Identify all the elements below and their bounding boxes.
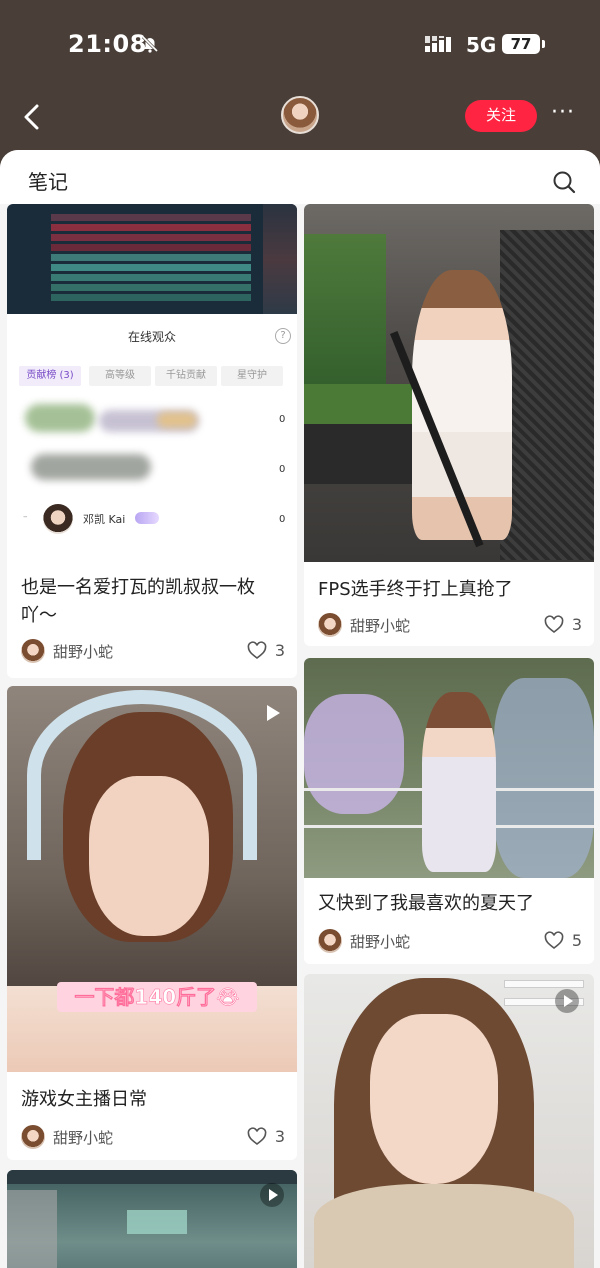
viewer-score: 0 [279, 514, 286, 525]
game-scoreboard-image [7, 204, 297, 316]
network-type: 5G [466, 33, 497, 57]
profile-avatar[interactable] [281, 96, 319, 134]
note-title: 游戏女主播日常 [21, 1089, 147, 1110]
author-avatar [21, 639, 45, 663]
viewer-name: 邓凯 Kai [83, 513, 126, 526]
video-play-icon [555, 989, 579, 1013]
note-title: 又快到了我最喜欢的夏天了 [318, 893, 534, 914]
status-bar: 21:08 5G 77 [0, 0, 600, 90]
author-avatar [318, 929, 342, 953]
heart-icon[interactable] [247, 641, 267, 661]
search-icon[interactable] [552, 170, 576, 194]
like-count: 3 [274, 1127, 285, 1146]
viewer-badge [135, 512, 159, 524]
like-count: 3 [571, 615, 582, 634]
note-thumbnail [7, 1170, 297, 1268]
video-play-icon [267, 705, 280, 721]
author-name: 甜野小蛇 [53, 1129, 114, 1147]
author-avatar [318, 613, 342, 637]
help-icon: ? [275, 328, 291, 344]
note-card[interactable] [7, 1170, 297, 1268]
note-thumbnail [304, 658, 594, 878]
viewer-score: 0 [279, 414, 286, 425]
note-thumbnail [304, 204, 594, 562]
tab-star-guard: 星守护 [221, 366, 283, 386]
viewer-score: 0 [279, 464, 286, 475]
rank-dash: – [23, 512, 28, 522]
note-card[interactable]: 一下都140斤了😭 游戏女主播日常 甜野小蛇 3 [7, 686, 297, 1160]
author-name: 甜野小蛇 [53, 643, 114, 661]
section-title: 笔记 [28, 170, 68, 194]
note-meta: 甜野小蛇 3 [318, 612, 582, 638]
video-play-icon [260, 1183, 284, 1207]
status-time: 21:08 [68, 30, 147, 58]
video-caption: 一下都140斤了😭 [57, 982, 257, 1012]
heart-icon[interactable] [544, 615, 564, 635]
note-thumbnail: 在线观众 ? 贡献榜 (3) 高等级 千钻贡献 星守护 0 0 0 – 邓凯 K… [7, 204, 297, 560]
follow-button[interactable]: 关注 [465, 100, 537, 132]
tab-contribution: 贡献榜 (3) [19, 366, 81, 386]
note-meta: 甜野小蛇 3 [21, 1124, 285, 1150]
heart-icon[interactable] [544, 931, 564, 951]
notes-sheet: 笔记 在线观众 ? 贡献榜 (3) 高等级 千钻贡献 星守护 0 0 0 – 邓… [0, 150, 600, 1268]
note-card[interactable]: 又快到了我最喜欢的夏天了 甜野小蛇 5 [304, 658, 594, 964]
battery-level: 77 [502, 34, 545, 54]
note-meta: 甜野小蛇 5 [318, 928, 582, 954]
note-thumbnail: 一下都140斤了😭 [7, 686, 297, 1072]
nav-bar: 关注 ··· [0, 90, 600, 150]
tab-diamond-contribution: 千钻贡献 [155, 366, 217, 386]
note-title: 也是一名爱打瓦的凯叔叔一枚 吖～ [21, 577, 255, 626]
note-thumbnail [304, 974, 594, 1268]
heart-icon[interactable] [247, 1127, 267, 1147]
author-name: 甜野小蛇 [350, 933, 411, 951]
like-count: 5 [571, 931, 582, 950]
tab-high-level: 高等级 [89, 366, 151, 386]
viewers-panel-title: 在线观众 [127, 330, 176, 344]
bell-muted-icon [141, 35, 159, 53]
viewer-avatar [43, 504, 73, 534]
author-name: 甜野小蛇 [350, 617, 411, 635]
note-card[interactable] [304, 974, 594, 1268]
online-viewers-panel: 在线观众 ? 贡献榜 (3) 高等级 千钻贡献 星守护 0 0 0 – 邓凯 K… [7, 314, 297, 560]
section-header: 笔记 [0, 150, 600, 204]
note-meta: 甜野小蛇 3 [21, 638, 285, 664]
back-arrow-icon[interactable] [18, 102, 48, 132]
like-count: 3 [274, 641, 285, 660]
note-title: FPS选手终于打上真抢了 [318, 579, 513, 600]
signal-icon [425, 36, 451, 52]
note-card[interactable]: FPS选手终于打上真抢了 甜野小蛇 3 [304, 204, 594, 646]
note-card[interactable]: 在线观众 ? 贡献榜 (3) 高等级 千钻贡献 星守护 0 0 0 – 邓凯 K… [7, 204, 297, 678]
author-avatar [21, 1125, 45, 1149]
more-options-icon[interactable]: ··· [548, 102, 578, 128]
